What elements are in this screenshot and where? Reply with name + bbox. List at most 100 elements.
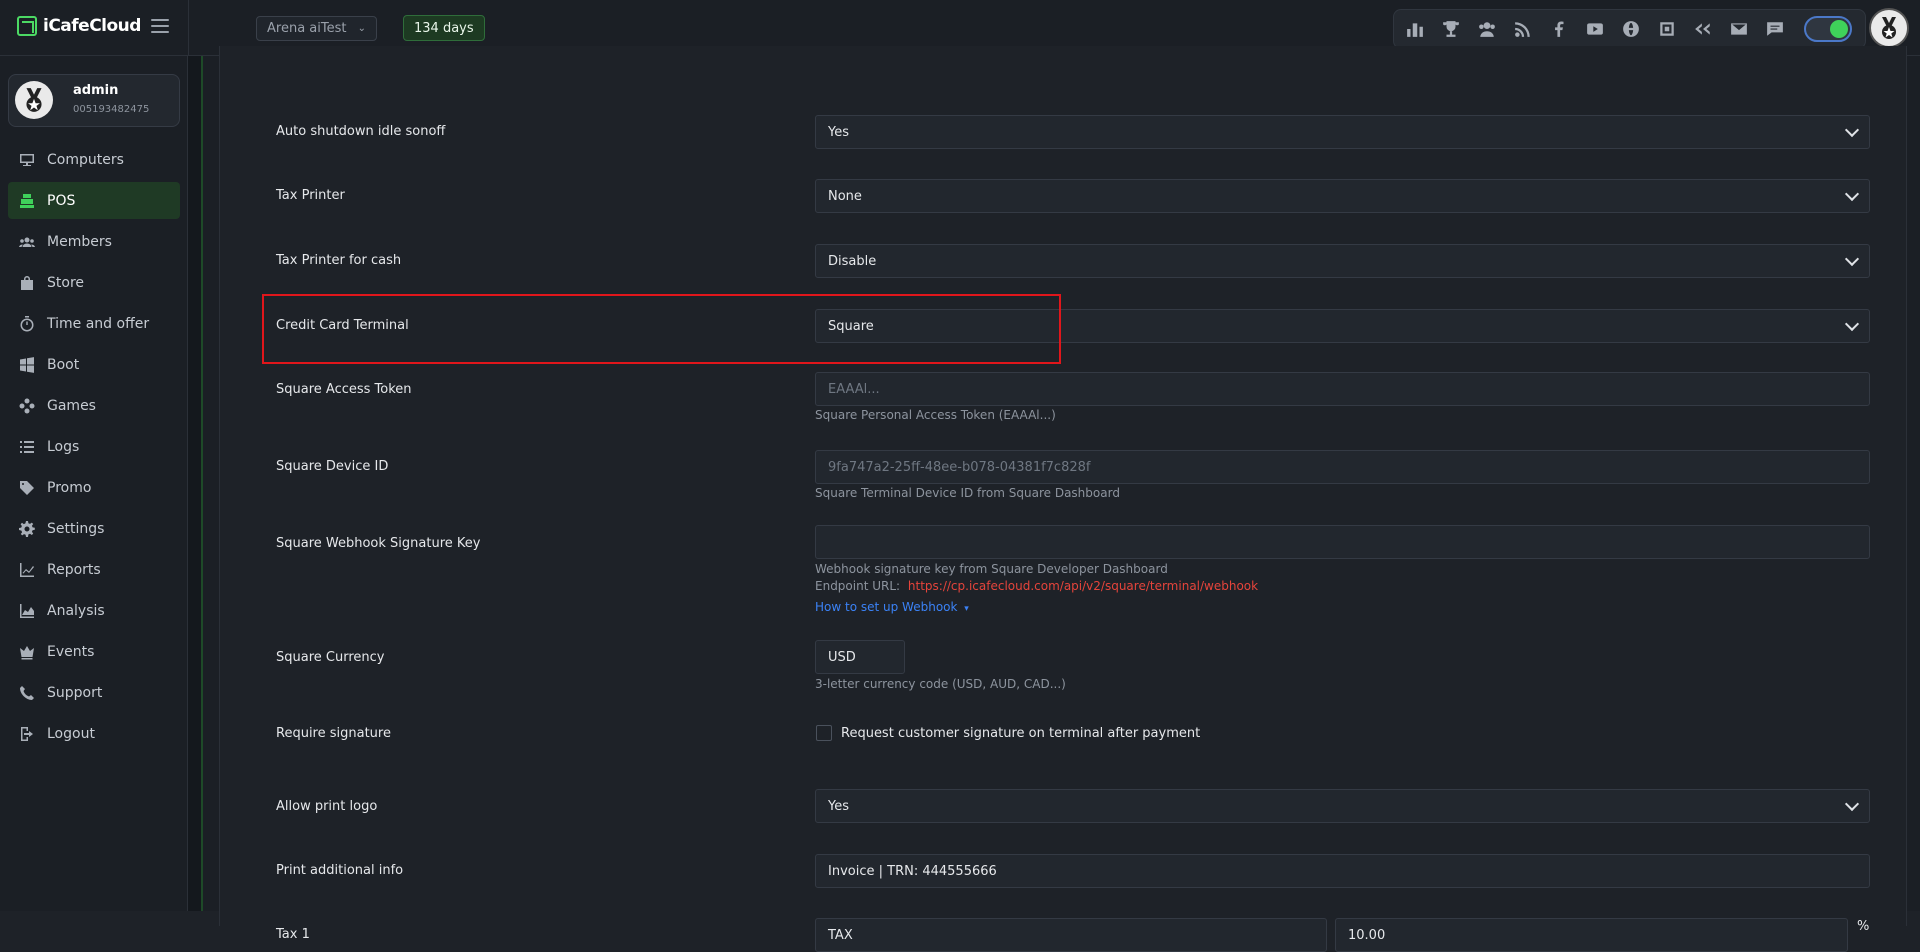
square-device-id-help: Square Terminal Device ID from Square Da… <box>815 486 1120 500</box>
chevron-down-icon: ⌄ <box>357 23 366 34</box>
sidebar-item-computers[interactable]: Computers <box>8 141 180 178</box>
endpoint-url[interactable]: https://cp.icafecloud.com/api/v2/square/… <box>908 579 1258 593</box>
stopwatch-icon <box>19 315 35 332</box>
select-value: None <box>828 188 862 204</box>
square-currency-input[interactable]: USD <box>815 640 905 674</box>
square-webhook-help: Webhook signature key from Square Develo… <box>815 562 1168 576</box>
windows-icon <box>19 356 35 373</box>
leaderboard-icon[interactable] <box>1404 18 1426 40</box>
require-signature-label: Require signature <box>276 726 391 741</box>
webhook-howto-link[interactable]: How to set up Webhook ▾ <box>815 600 969 614</box>
logo[interactable]: iCafeCloud <box>17 16 141 36</box>
select-value: Yes <box>828 124 849 140</box>
user-card[interactable]: admin 005193482475 <box>8 74 180 127</box>
auto-shutdown-select[interactable]: Yes <box>815 115 1870 149</box>
tax1-rate-input[interactable]: 10.00 <box>1335 918 1848 952</box>
select-value: Disable <box>828 253 877 269</box>
square-device-id-label: Square Device ID <box>276 459 389 474</box>
sidebar-item-logs[interactable]: Logs <box>8 428 180 465</box>
divider <box>188 0 189 56</box>
youtube-icon[interactable] <box>1584 18 1606 40</box>
square-access-token-label: Square Access Token <box>276 382 412 397</box>
sidebar-item-label: POS <box>47 192 76 209</box>
menu-toggle-icon[interactable] <box>151 19 169 33</box>
tax1-label: Tax 1 <box>276 927 310 942</box>
sidebar-item-label: Computers <box>47 151 124 168</box>
avatar <box>15 81 53 119</box>
highlight-box <box>262 294 1061 364</box>
print-additional-info-input[interactable]: Invoice | TRN: 444555666 <box>815 854 1870 888</box>
tax-printer-select[interactable]: None <box>815 179 1870 213</box>
bag-icon <box>19 275 35 291</box>
sidebar-item-games[interactable]: Games <box>8 387 180 424</box>
rss-icon[interactable] <box>1512 18 1534 40</box>
square-access-token-help: Square Personal Access Token (EAAAl...) <box>815 408 1056 422</box>
tag-icon <box>19 480 35 496</box>
gear-icon <box>19 520 35 537</box>
phone-icon <box>19 685 35 701</box>
sidebar-item-label: Analysis <box>47 602 105 619</box>
chevron-down-icon <box>1844 122 1860 137</box>
square-access-token-input[interactable]: EAAAl... <box>815 372 1870 406</box>
tax-printer-cash-label: Tax Printer for cash <box>276 253 402 268</box>
require-signature-checkbox-label[interactable]: Request customer signature on terminal a… <box>841 726 1200 741</box>
icafe-icon[interactable] <box>1656 18 1678 40</box>
monitor-icon <box>19 152 35 168</box>
square-webhook-input[interactable] <box>815 525 1870 559</box>
sidebar-item-store[interactable]: Store <box>8 264 180 301</box>
sidebar-item-boot[interactable]: Boot <box>8 346 180 383</box>
branch-select[interactable]: Arena aiTest ⌄ <box>256 16 377 41</box>
user-id: 005193482475 <box>73 104 150 115</box>
howto-link-text: How to set up Webhook <box>815 600 958 614</box>
sidebar-item-events[interactable]: Events <box>8 633 180 670</box>
tax1-name-input[interactable]: TAX <box>815 918 1327 952</box>
main-content: Auto shutdown idle sonoff Yes Tax Printe… <box>203 46 1920 952</box>
register-icon <box>19 193 35 209</box>
select-value: Yes <box>828 798 849 814</box>
toggle-knob <box>1830 20 1848 38</box>
tax-printer-cash-select[interactable]: Disable <box>815 244 1870 278</box>
mail-icon[interactable] <box>1728 18 1750 40</box>
facebook-icon[interactable] <box>1548 18 1570 40</box>
chat-icon[interactable] <box>1764 18 1786 40</box>
sidebar-item-label: Events <box>47 643 95 660</box>
license-days-badge: 134 days <box>403 15 485 41</box>
area-chart-icon <box>19 603 35 619</box>
sidebar-item-settings[interactable]: Settings <box>8 510 180 547</box>
trophy-icon[interactable] <box>1440 18 1462 40</box>
sidebar-item-label: Reports <box>47 561 101 578</box>
sidebar-item-label: Games <box>47 397 96 414</box>
sidebar-item-label: Boot <box>47 356 80 373</box>
sidebar-item-label: Time and offer <box>47 315 150 332</box>
gamepad-icon <box>19 398 35 414</box>
sidebar-item-label: Logout <box>47 725 95 742</box>
globe-icon[interactable] <box>1620 18 1642 40</box>
tax1-unit: % <box>1857 919 1870 934</box>
endpoint-label: Endpoint URL: <box>815 579 901 593</box>
webhook-endpoint-line: Endpoint URL: https://cp.icafecloud.com/… <box>815 579 1258 593</box>
square-currency-help: 3-letter currency code (USD, AUD, CAD...… <box>815 677 1066 691</box>
sidebar-item-logout[interactable]: Logout <box>8 715 180 752</box>
sidebar-item-promo[interactable]: Promo <box>8 469 180 506</box>
sidebar-item-members[interactable]: Members <box>8 223 180 260</box>
sidebar: admin 005193482475 Computers POS Members… <box>0 56 188 911</box>
pos-settings-panel: Auto shutdown idle sonoff Yes Tax Printe… <box>219 46 1907 952</box>
medal-icon <box>26 88 42 112</box>
sidebar-item-pos[interactable]: POS <box>8 182 180 219</box>
chevron-down-icon <box>1844 316 1860 331</box>
avatar[interactable] <box>1869 8 1909 48</box>
crown-icon <box>19 644 35 660</box>
sidebar-item-analysis[interactable]: Analysis <box>8 592 180 629</box>
allow-print-logo-select[interactable]: Yes <box>815 789 1870 823</box>
sidebar-item-reports[interactable]: Reports <box>8 551 180 588</box>
square-device-id-input[interactable]: 9fa747a2-25ff-48ee-b078-04381f7c828f <box>815 450 1870 484</box>
sidebar-item-time-and-offer[interactable]: Time and offer <box>8 305 180 342</box>
chevron-down-icon <box>1844 796 1860 811</box>
double-chevron-icon[interactable] <box>1692 18 1714 40</box>
sidebar-item-support[interactable]: Support <box>8 674 180 711</box>
branch-select-value: Arena aiTest <box>267 21 347 36</box>
require-signature-checkbox[interactable] <box>816 725 832 741</box>
chevron-down-icon <box>1844 251 1860 266</box>
theme-toggle[interactable] <box>1804 16 1852 42</box>
group-icon[interactable] <box>1476 18 1498 40</box>
